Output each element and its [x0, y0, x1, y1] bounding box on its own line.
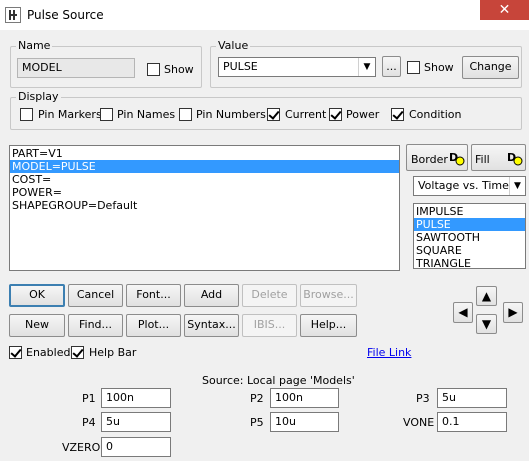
arrow-right-button[interactable]: ▶	[503, 302, 523, 323]
param-p3-label: P3	[416, 392, 430, 405]
delete-button[interactable]: Delete	[242, 284, 297, 307]
condition-checkbox[interactable]	[391, 108, 404, 121]
value-group-legend: Value	[216, 39, 251, 52]
add-button[interactable]: Add	[184, 284, 239, 307]
window-title: Pulse Source	[27, 8, 104, 22]
param-p1-label: P1	[82, 392, 96, 405]
arrow-up-button[interactable]: ▲	[476, 286, 497, 306]
pin-numbers-checkbox[interactable]	[179, 108, 192, 121]
pen-icon: D	[449, 151, 465, 166]
list-item[interactable]: TRIANGLE	[414, 257, 525, 268]
app-icon	[5, 7, 21, 23]
help-button[interactable]: Help...	[300, 314, 357, 337]
param-p2-label: P2	[250, 392, 264, 405]
enabled-label: Enabled	[26, 346, 71, 359]
list-item[interactable]: COST=	[10, 173, 399, 186]
pin-names-checkbox[interactable]	[100, 108, 113, 121]
cancel-button[interactable]: Cancel	[68, 284, 123, 307]
pin-markers-label: Pin Markers	[38, 108, 102, 121]
value-show-label: Show	[424, 61, 454, 74]
list-item[interactable]: IMPULSE	[414, 205, 525, 218]
param-p5-label: P5	[250, 416, 264, 429]
param-vone-input[interactable]: 0.1	[437, 412, 507, 432]
param-p5-input[interactable]: 10u	[270, 412, 339, 432]
param-vzero-input[interactable]: 0	[101, 437, 171, 457]
help-bar-checkbox[interactable]	[71, 346, 84, 359]
chevron-down-icon[interactable]: ▼	[509, 177, 525, 195]
param-p4-label: P4	[82, 416, 96, 429]
arrow-down-button[interactable]: ▼	[476, 314, 497, 334]
attribute-list[interactable]: PART=V1 MODEL=PULSE COST= POWER= SHAPEGR…	[9, 145, 400, 271]
syntax-button[interactable]: Syntax...	[184, 314, 239, 337]
shape-list[interactable]: IMPULSE PULSE SAWTOOTH SQUARE TRIANGLE	[413, 203, 526, 269]
power-label: Power	[346, 108, 380, 121]
list-item[interactable]: MODEL=PULSE	[10, 160, 399, 173]
ibis-button[interactable]: IBIS...	[242, 314, 297, 337]
ok-button[interactable]: OK	[9, 284, 65, 307]
condition-label: Condition	[409, 108, 462, 121]
list-item[interactable]: PART=V1	[10, 147, 399, 160]
source-text: Source: Local page 'Models'	[202, 374, 355, 387]
value-combo[interactable]: PULSE	[218, 57, 376, 77]
font-button[interactable]: Font...	[126, 284, 181, 307]
current-label: Current	[285, 108, 327, 121]
border-button[interactable]: Border D	[406, 144, 468, 171]
name-field[interactable]: MODEL	[17, 58, 135, 78]
fill-button[interactable]: Fill D	[471, 144, 526, 171]
close-button[interactable]: ✕	[480, 0, 529, 20]
enabled-checkbox[interactable]	[9, 346, 22, 359]
param-p1-input[interactable]: 100n	[101, 388, 171, 408]
change-button[interactable]: Change	[462, 56, 519, 79]
browse-button[interactable]: Browse...	[300, 284, 357, 307]
param-vone-label: VONE	[403, 416, 435, 429]
value-show-checkbox[interactable]	[407, 61, 420, 74]
pin-markers-checkbox[interactable]	[20, 108, 33, 121]
name-show-checkbox[interactable]	[147, 63, 160, 76]
file-link[interactable]: File Link	[367, 346, 411, 359]
list-item[interactable]: POWER=	[10, 186, 399, 199]
border-label: Border	[411, 153, 448, 166]
list-item[interactable]: PULSE	[414, 218, 525, 231]
chevron-down-icon[interactable]: ▼	[358, 58, 375, 76]
list-item[interactable]: SAWTOOTH	[414, 231, 525, 244]
param-p3-input[interactable]: 5u	[437, 388, 507, 408]
power-checkbox[interactable]	[329, 108, 342, 121]
pin-names-label: Pin Names	[117, 108, 176, 121]
fill-label: Fill	[475, 153, 490, 166]
list-item[interactable]: SHAPEGROUP=Default	[10, 199, 399, 212]
pin-numbers-label: Pin Numbers	[196, 108, 266, 121]
new-button[interactable]: New	[9, 314, 65, 337]
param-p2-input[interactable]: 100n	[270, 388, 339, 408]
value-ellipsis-button[interactable]: ...	[382, 56, 401, 77]
current-checkbox[interactable]	[267, 108, 280, 121]
param-p4-input[interactable]: 5u	[101, 412, 171, 432]
help-bar-label: Help Bar	[89, 346, 137, 359]
name-group-legend: Name	[16, 39, 53, 52]
arrow-left-button[interactable]: ◀	[453, 302, 473, 323]
paint-icon: D	[507, 151, 523, 166]
display-group-legend: Display	[16, 90, 61, 103]
find-button[interactable]: Find...	[68, 314, 123, 337]
name-show-label: Show	[164, 63, 194, 76]
param-vzero-label: VZERO	[62, 441, 101, 454]
plot-button[interactable]: Plot...	[126, 314, 181, 337]
list-item[interactable]: SQUARE	[414, 244, 525, 257]
